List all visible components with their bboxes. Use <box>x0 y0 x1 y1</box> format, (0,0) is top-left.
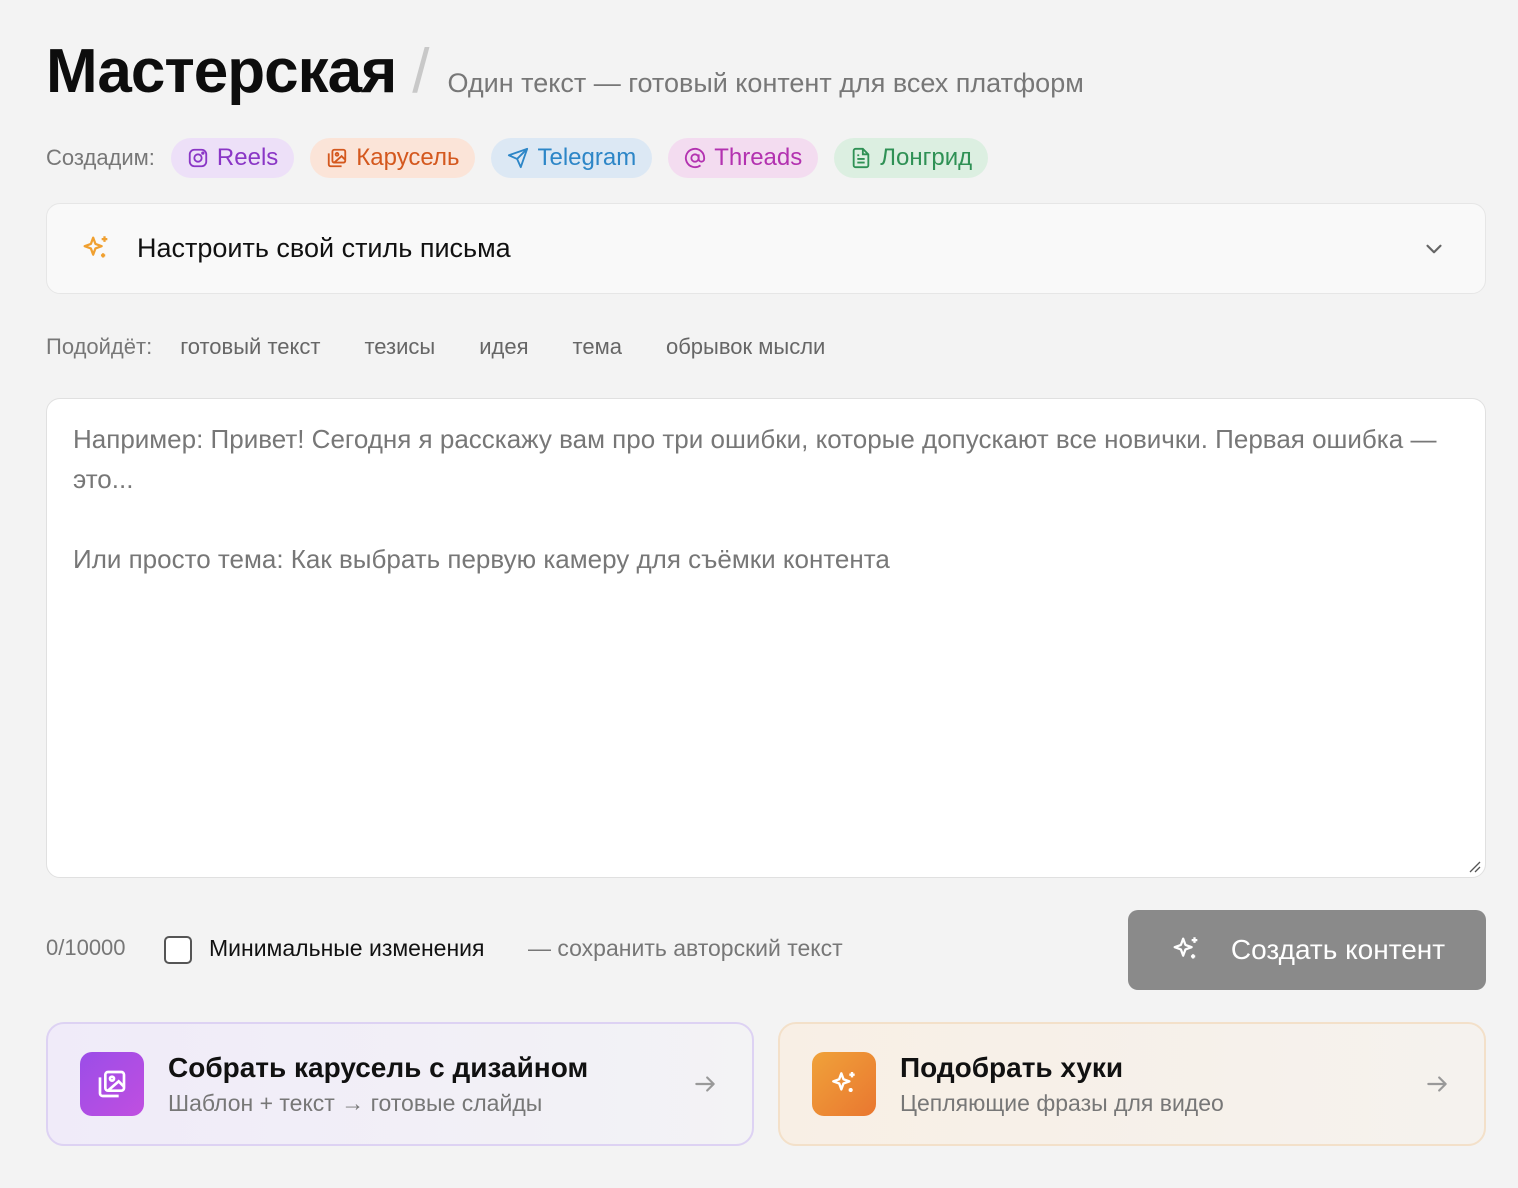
minimal-changes-label[interactable]: Минимальные изменения <box>209 935 484 962</box>
document-icon <box>853 147 870 169</box>
hooks-card-icon-tile <box>812 1052 876 1116</box>
minimal-changes-checkbox[interactable] <box>164 936 192 964</box>
writing-style-accordion[interactable]: Настроить свой стиль письма <box>46 203 1486 294</box>
chip-carousel[interactable]: Карусель <box>310 138 476 178</box>
chip-threads-label: Threads <box>714 144 803 171</box>
content-textarea[interactable]: Например: Привет! Сегодня я расскажу вам… <box>46 398 1486 878</box>
chip-telegram[interactable]: Telegram <box>491 138 653 178</box>
suitable-item-idea[interactable]: идея <box>479 334 528 360</box>
threads-icon <box>685 147 706 169</box>
chevron-down-icon <box>1426 244 1442 253</box>
chip-carousel-label: Карусель <box>356 144 460 171</box>
sparkle-icon <box>832 1072 855 1092</box>
chip-reels[interactable]: Reels <box>170 138 295 178</box>
suitable-item-theses[interactable]: тезисы <box>364 334 435 360</box>
page-header: Мастерская / Один текст — готовый контен… <box>46 36 1084 107</box>
suitable-item-thought-fragment[interactable]: обрывок мысли <box>666 334 825 360</box>
suitable-item-topic[interactable]: тема <box>573 334 622 360</box>
carousel-icon <box>98 1070 126 1098</box>
suitable-label: Подойдёт: <box>46 334 153 359</box>
telegram-icon <box>508 147 529 169</box>
arrow-right-icon <box>695 1076 715 1092</box>
sparkle-icon <box>83 235 108 257</box>
hooks-card-text: Подобрать хуки Цепляющие фразы для видео <box>900 1052 1424 1117</box>
workshop-page: Мастерская / Один текст — готовый контен… <box>0 0 1518 1188</box>
carousel-card-subtitle: Шаблон + текст → готовые слайды <box>168 1089 543 1116</box>
carousel-card-text: Собрать карусель с дизайном Шаблон + тек… <box>168 1052 692 1117</box>
chip-threads[interactable]: Threads <box>668 138 819 178</box>
minimal-changes-hint: — сохранить авторский текст <box>528 935 843 961</box>
create-content-label: Создать контент <box>1230 934 1446 965</box>
arrow-right-icon <box>1427 1076 1447 1092</box>
chip-longread-label: Лонгрид <box>880 144 973 171</box>
page-title: Мастерская <box>46 37 397 106</box>
platforms-row: Создадим: Reels Карусель Telegram Thread… <box>46 138 1004 178</box>
carousel-icon <box>328 148 347 168</box>
sparkle-icon <box>1173 937 1198 959</box>
suitable-item-ready-text[interactable]: готовый текст <box>180 334 320 360</box>
textarea-placeholder: Например: Привет! Сегодня я расскажу вам… <box>73 424 1437 574</box>
chip-longread[interactable]: Лонгрид <box>834 138 989 178</box>
platforms-label: Создадим: <box>46 145 155 170</box>
carousel-card-title: Собрать карусель с дизайном <box>168 1051 589 1083</box>
instagram-icon <box>188 148 208 168</box>
hooks-card[interactable]: Подобрать хуки Цепляющие фразы для видео <box>778 1022 1486 1146</box>
chip-reels-label: Reels <box>216 144 279 171</box>
carousel-design-card[interactable]: Собрать карусель с дизайном Шаблон + тек… <box>46 1022 754 1146</box>
hooks-card-subtitle: Цепляющие фразы для видео <box>900 1089 1224 1116</box>
hooks-card-title: Подобрать хуки <box>900 1051 1124 1083</box>
suitable-row: Подойдёт: готовый текст тезисы идея тема… <box>46 332 869 362</box>
page-subtitle: Один текст — готовый контент для всех пл… <box>447 68 1084 98</box>
carousel-card-icon-tile <box>80 1052 144 1116</box>
create-content-button[interactable]: Создать контент <box>1128 910 1486 990</box>
title-separator: / <box>412 37 430 106</box>
chip-telegram-label: Telegram <box>537 144 637 171</box>
resize-handle-icon[interactable] <box>1467 859 1481 873</box>
writing-style-label: Настроить свой стиль письма <box>137 233 511 263</box>
character-counter: 0/10000 <box>46 935 126 960</box>
